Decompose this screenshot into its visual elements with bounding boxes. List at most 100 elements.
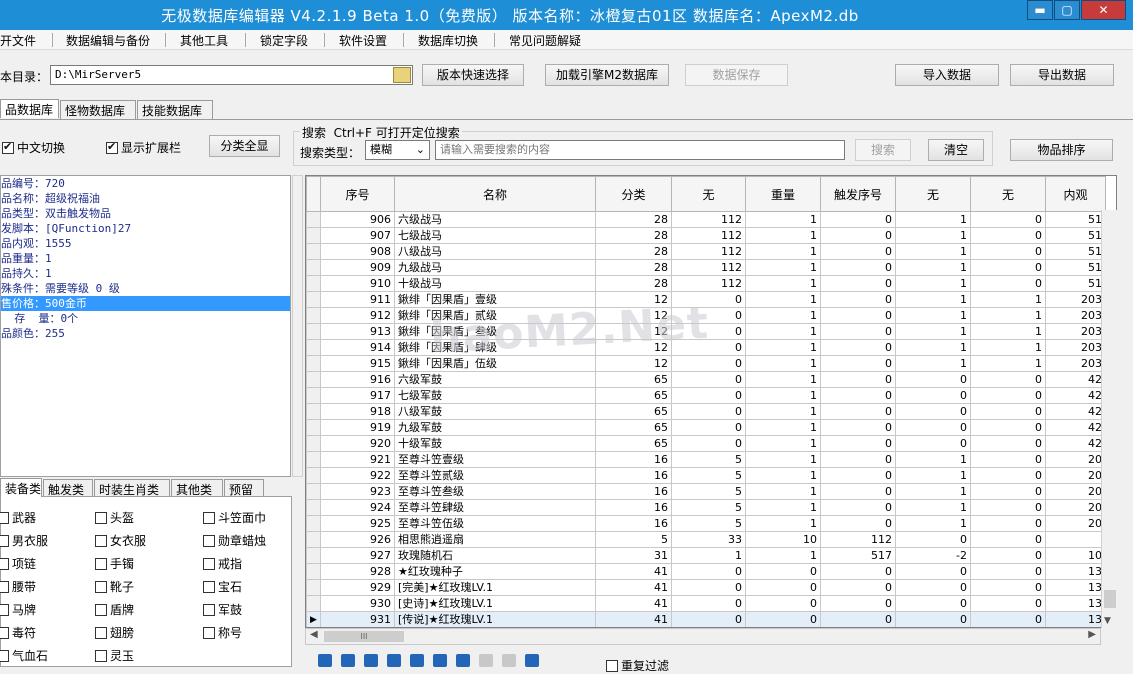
category-checkbox[interactable]: 武器 xyxy=(0,509,36,526)
row-indicator[interactable] xyxy=(306,419,321,436)
menu-file[interactable]: 开文件 xyxy=(0,32,36,49)
table-cell[interactable]: 0 xyxy=(671,355,746,372)
table-row[interactable]: 923 至尊斗笠叁级 16 5 1 0 1 0 20 xyxy=(306,483,1106,500)
table-cell[interactable]: 10 xyxy=(1045,547,1106,564)
hscroll-thumb[interactable]: III xyxy=(324,631,404,642)
table-cell[interactable]: 517 xyxy=(820,547,896,564)
table-cell[interactable]: 31 xyxy=(595,547,672,564)
table-row[interactable]: 906 六级战马 28 112 1 0 1 0 51 xyxy=(306,211,1106,228)
table-cell[interactable]: 16 xyxy=(595,467,672,484)
table-cell[interactable]: 0 xyxy=(820,243,896,260)
table-cell[interactable]: 28 xyxy=(595,259,672,276)
table-cell[interactable]: 0 xyxy=(671,579,746,596)
table-cell[interactable]: 1 xyxy=(745,467,821,484)
row-indicator[interactable] xyxy=(306,291,321,308)
table-cell[interactable]: 41 xyxy=(595,563,672,580)
row-indicator[interactable] xyxy=(306,531,321,548)
duplicate-filter-toggle[interactable]: 重复过滤 xyxy=(606,657,669,674)
row-indicator[interactable] xyxy=(306,275,321,292)
table-cell[interactable]: 0 xyxy=(970,483,1046,500)
menu-data-edit[interactable]: 数据编辑与备份 xyxy=(66,32,150,49)
table-cell[interactable]: 20 xyxy=(1045,451,1106,468)
table-cell[interactable]: 20 xyxy=(1045,515,1106,532)
table-cell[interactable]: [完美]★红玫瑰LV.1 xyxy=(394,579,596,596)
table-cell[interactable]: 0 xyxy=(820,371,896,388)
column-header[interactable]: 触发序号 xyxy=(820,176,896,212)
table-cell[interactable]: 65 xyxy=(595,419,672,436)
row-indicator[interactable] xyxy=(306,467,321,484)
category-checkbox[interactable]: 翅膀 xyxy=(95,624,134,641)
clear-button[interactable]: 清空 xyxy=(928,139,984,161)
table-cell[interactable]: 十级军鼓 xyxy=(394,435,596,452)
table-cell[interactable]: 41 xyxy=(595,579,672,596)
nav-delete-icon[interactable] xyxy=(433,654,447,667)
menu-lock-fields[interactable]: 锁定字段 xyxy=(260,32,308,49)
table-cell[interactable]: 0 xyxy=(970,579,1046,596)
grid-horizontal-scrollbar[interactable]: ◀ III ▶ xyxy=(305,628,1101,645)
load-db-button[interactable]: 加载引擎M2数据库 xyxy=(545,64,669,86)
table-cell[interactable]: 0 xyxy=(895,371,971,388)
table-cell[interactable]: 5 xyxy=(671,499,746,516)
table-cell[interactable]: 926 xyxy=(320,531,395,548)
table-row[interactable]: 930 [史诗]★红玫瑰LV.1 41 0 0 0 0 0 13 xyxy=(306,595,1106,612)
column-header[interactable]: 无 xyxy=(970,176,1046,212)
table-cell[interactable]: 0 xyxy=(745,563,821,580)
table-cell[interactable]: 112 xyxy=(671,243,746,260)
table-cell[interactable]: 921 xyxy=(320,451,395,468)
table-cell[interactable]: 0 xyxy=(970,419,1046,436)
table-cell[interactable]: 28 xyxy=(595,275,672,292)
tab-item-db[interactable]: 品数据库 xyxy=(0,99,59,118)
menu-db-switch[interactable]: 数据库切换 xyxy=(418,32,478,49)
table-cell[interactable]: 1 xyxy=(745,355,821,372)
table-cell[interactable]: 1 xyxy=(745,483,821,500)
table-cell[interactable]: 1 xyxy=(895,307,971,324)
tab-skill-db[interactable]: 技能数据库 xyxy=(137,100,213,119)
table-cell[interactable]: 913 xyxy=(320,323,395,340)
menu-settings[interactable]: 软件设置 xyxy=(339,32,387,49)
table-cell[interactable]: 至尊斗笠伍级 xyxy=(394,515,596,532)
table-cell[interactable]: 65 xyxy=(595,403,672,420)
table-cell[interactable]: 916 xyxy=(320,371,395,388)
table-cell[interactable]: 13 xyxy=(1045,595,1106,612)
table-cell[interactable]: 1 xyxy=(745,323,821,340)
table-row[interactable]: 908 八级战马 28 112 1 0 1 0 51 xyxy=(306,243,1106,260)
table-cell[interactable]: 至尊斗笠贰级 xyxy=(394,467,596,484)
table-cell[interactable]: 203 xyxy=(1045,323,1106,340)
tab-monster-db[interactable]: 怪物数据库 xyxy=(60,100,136,119)
row-indicator[interactable] xyxy=(306,371,321,388)
table-cell[interactable]: 1 xyxy=(745,211,821,228)
table-cell[interactable]: 1 xyxy=(745,515,821,532)
table-cell[interactable]: 0 xyxy=(671,371,746,388)
category-checkbox[interactable]: 勋章蜡烛 xyxy=(203,532,266,549)
table-row[interactable]: 909 九级战马 28 112 1 0 1 0 51 xyxy=(306,259,1106,276)
row-indicator[interactable] xyxy=(306,515,321,532)
table-cell[interactable]: 1 xyxy=(970,291,1046,308)
menu-faq[interactable]: 常见问题解疑 xyxy=(509,32,581,49)
table-cell[interactable]: 13 xyxy=(1045,563,1106,580)
table-cell[interactable]: 0 xyxy=(895,403,971,420)
table-cell[interactable]: 1 xyxy=(895,451,971,468)
table-cell[interactable]: 0 xyxy=(970,259,1046,276)
column-header[interactable]: 无 xyxy=(671,176,746,212)
table-cell[interactable]: [传说]★红玫瑰LV.1 xyxy=(394,611,596,627)
table-cell[interactable]: 10 xyxy=(745,531,821,548)
table-cell[interactable]: 1 xyxy=(895,339,971,356)
table-row[interactable]: 925 至尊斗笠伍级 16 5 1 0 1 0 20 xyxy=(306,515,1106,532)
table-cell[interactable]: 16 xyxy=(595,499,672,516)
table-row[interactable]: 927 玫瑰随机石 31 1 1 517 -2 0 10 xyxy=(306,547,1106,564)
table-cell[interactable]: 0 xyxy=(970,547,1046,564)
table-cell[interactable]: 28 xyxy=(595,227,672,244)
table-cell[interactable]: 51 xyxy=(1045,211,1106,228)
table-cell[interactable]: 0 xyxy=(820,323,896,340)
table-cell[interactable]: 0 xyxy=(970,227,1046,244)
row-indicator[interactable] xyxy=(306,595,321,612)
table-cell[interactable]: 203 xyxy=(1045,307,1106,324)
category-checkbox[interactable]: 军鼓 xyxy=(203,601,242,618)
table-cell[interactable]: 5 xyxy=(671,467,746,484)
table-cell[interactable]: 0 xyxy=(820,419,896,436)
table-cell[interactable]: 六级军鼓 xyxy=(394,371,596,388)
table-cell[interactable]: 42 xyxy=(1045,435,1106,452)
nav-prev-icon[interactable] xyxy=(341,654,355,667)
row-indicator[interactable] xyxy=(306,483,321,500)
table-cell[interactable]: 九级军鼓 xyxy=(394,419,596,436)
